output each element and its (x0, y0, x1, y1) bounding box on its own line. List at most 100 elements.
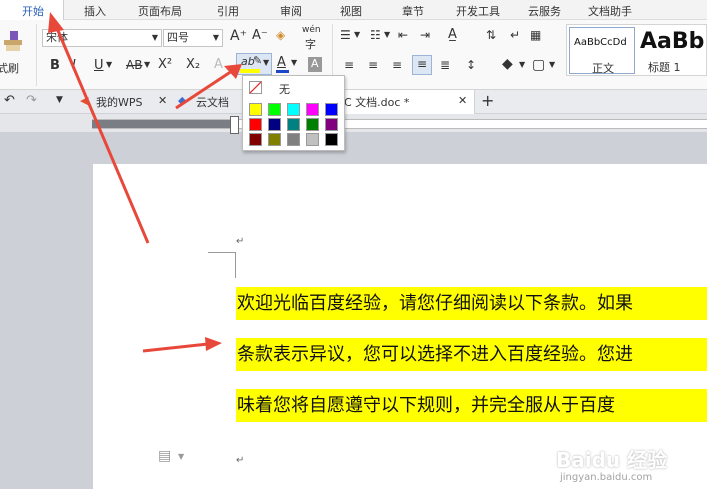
highlight-pen-icon: ✎ (253, 54, 263, 67)
highlight-swatch[interactable] (306, 118, 319, 131)
page-layout-icon[interactable]: ▤ (158, 448, 171, 464)
chevron-down-icon[interactable]: ▼ (106, 60, 112, 69)
menu-view[interactable]: 视图 (340, 3, 362, 19)
highlighted-line[interactable]: 欢迎光临百度经验，请您仔细阅读以下条款。如果 (236, 287, 707, 320)
style-heading1[interactable]: AaBb 标题 1 (638, 27, 707, 74)
shading-bucket-icon[interactable]: ◆ (502, 56, 513, 72)
menu-start[interactable]: 开始 (22, 3, 44, 19)
paragraph-mark: ↵ (236, 455, 245, 466)
shrink-font-button[interactable]: A⁻ (252, 28, 268, 43)
chinese-layout-icon[interactable]: A̲ (448, 27, 457, 42)
document-tab-bar: ↶ ↷ ▼ ◀ 我的WPS ✕ ◆ 云文档 C 文档.doc * ✕ + (0, 90, 707, 114)
text-effect-button[interactable]: A (214, 57, 223, 72)
highlight-swatch[interactable] (268, 103, 281, 116)
pinyin-char-icon: 字 (305, 38, 316, 51)
font-color-button[interactable]: A ▼ (274, 55, 298, 75)
highlight-swatch[interactable] (325, 103, 338, 116)
pinyin-guide-button[interactable]: wén (302, 25, 321, 35)
line-spacing-icon[interactable]: ↕ (466, 58, 476, 72)
chevron-down-icon[interactable]: ▼ (519, 60, 525, 69)
highlight-button[interactable]: ab ✎ ▼ (236, 53, 272, 75)
highlighted-line[interactable]: 味着您将自愿遵守以下规则，并完全服从于百度 (236, 389, 707, 422)
highlight-swatch[interactable] (287, 118, 300, 131)
menu-developer[interactable]: 开发工具 (456, 3, 500, 19)
decrease-indent-icon[interactable]: ⇤ (398, 28, 408, 42)
cloud-doc-icon: ◆ (178, 94, 187, 107)
font-name-select[interactable]: 宋体 ▼ (42, 29, 162, 47)
tab-active-doc-label: C 文档.doc * (344, 96, 410, 109)
justify-button[interactable]: ≡ (412, 55, 432, 75)
format-painter-button[interactable]: 格式刷 (0, 26, 32, 82)
chevron-down-icon[interactable]: ▼ (178, 452, 184, 461)
wps-logo-icon: ◀ (80, 94, 89, 107)
clear-format-icon[interactable]: ◈ (276, 28, 285, 42)
strikethrough-button[interactable]: AB (126, 58, 142, 72)
highlight-swatch[interactable] (287, 103, 300, 116)
margin-corner-mark (208, 252, 236, 253)
highlight-swatch[interactable] (268, 133, 281, 146)
format-painter-label: 格式刷 (0, 62, 19, 75)
highlight-color-bar (240, 69, 260, 73)
distribute-icon[interactable]: ≣ (440, 58, 450, 72)
tab-cloud-doc[interactable]: 云文档 (196, 94, 229, 110)
highlighted-line[interactable]: 条款表示异议，您可以选择不进入百度经验。您进 (236, 338, 707, 371)
paragraph-mark: ↵ (236, 236, 245, 247)
indent-marker[interactable] (230, 116, 239, 134)
document-page[interactable] (93, 164, 707, 489)
char-shading-button[interactable]: A (308, 57, 322, 72)
menu-chapter[interactable]: 章节 (402, 3, 424, 19)
table-icon[interactable]: ▦ (530, 28, 541, 42)
grow-font-button[interactable]: A⁺ (230, 28, 247, 44)
chevron-down-icon[interactable]: ▼ (263, 58, 269, 67)
style-normal[interactable]: AaBbCcDd 正文 (569, 27, 635, 75)
menu-reference[interactable]: 引用 (217, 3, 239, 19)
highlight-none-option[interactable]: 无 (249, 81, 339, 96)
bullet-list-icon[interactable]: ☰ (340, 28, 351, 42)
chevron-down-icon[interactable]: ▼ (354, 30, 360, 39)
italic-button[interactable]: I (72, 58, 76, 73)
chevron-down-icon[interactable]: ▼ (56, 95, 63, 105)
show-marks-icon[interactable]: ↵ (510, 28, 520, 42)
chevron-down-icon[interactable]: ▼ (549, 60, 555, 69)
increase-indent-icon[interactable]: ⇥ (420, 28, 430, 42)
align-center-icon[interactable]: ≡ (368, 58, 378, 72)
font-size-select[interactable]: 四号 ▼ (163, 29, 223, 47)
highlight-swatch[interactable] (306, 133, 319, 146)
menu-doc-assistant[interactable]: 文档助手 (588, 3, 632, 19)
watermark-brand: Baidu 经验 (556, 448, 668, 472)
menu-review[interactable]: 审阅 (280, 3, 302, 19)
close-icon[interactable]: ✕ (158, 94, 167, 107)
highlight-swatch[interactable] (325, 118, 338, 131)
border-icon[interactable]: ▢ (532, 57, 545, 73)
menu-page-layout[interactable]: 页面布局 (138, 3, 182, 19)
highlight-swatch[interactable] (306, 103, 319, 116)
undo-icon[interactable]: ↶ (4, 93, 15, 108)
style-heading1-preview: AaBb (640, 29, 705, 54)
menu-insert[interactable]: 插入 (84, 3, 106, 19)
menu-cloud-service[interactable]: 云服务 (528, 3, 561, 19)
numbered-list-icon[interactable]: ☷ (370, 28, 381, 42)
new-tab-button[interactable]: + (481, 91, 494, 110)
chevron-down-icon[interactable]: ▼ (384, 30, 390, 39)
superscript-button[interactable]: X² (158, 57, 172, 72)
close-icon[interactable]: ✕ (458, 94, 467, 107)
font-color-bar (276, 70, 289, 73)
highlight-swatch[interactable] (325, 133, 338, 146)
sort-icon[interactable]: ⇅ (486, 28, 496, 42)
tab-my-wps[interactable]: 我的WPS (96, 94, 143, 110)
align-left-icon[interactable]: ≡ (344, 58, 354, 72)
tab-active-doc[interactable]: C 文档.doc * ✕ (335, 90, 475, 114)
bold-button[interactable]: B (50, 58, 60, 73)
redo-icon[interactable]: ↷ (26, 93, 37, 108)
highlight-swatch[interactable] (249, 133, 262, 146)
align-right-icon[interactable]: ≡ (392, 58, 402, 72)
chevron-down-icon[interactable]: ▼ (144, 60, 150, 69)
ruler-margin (92, 120, 235, 128)
highlight-swatch[interactable] (249, 118, 262, 131)
highlight-swatch[interactable] (287, 133, 300, 146)
highlight-swatch[interactable] (268, 118, 281, 131)
underline-button[interactable]: U (94, 58, 104, 73)
highlight-swatch[interactable] (249, 103, 262, 116)
subscript-button[interactable]: X₂ (186, 57, 200, 72)
chevron-down-icon: ▼ (212, 33, 219, 42)
